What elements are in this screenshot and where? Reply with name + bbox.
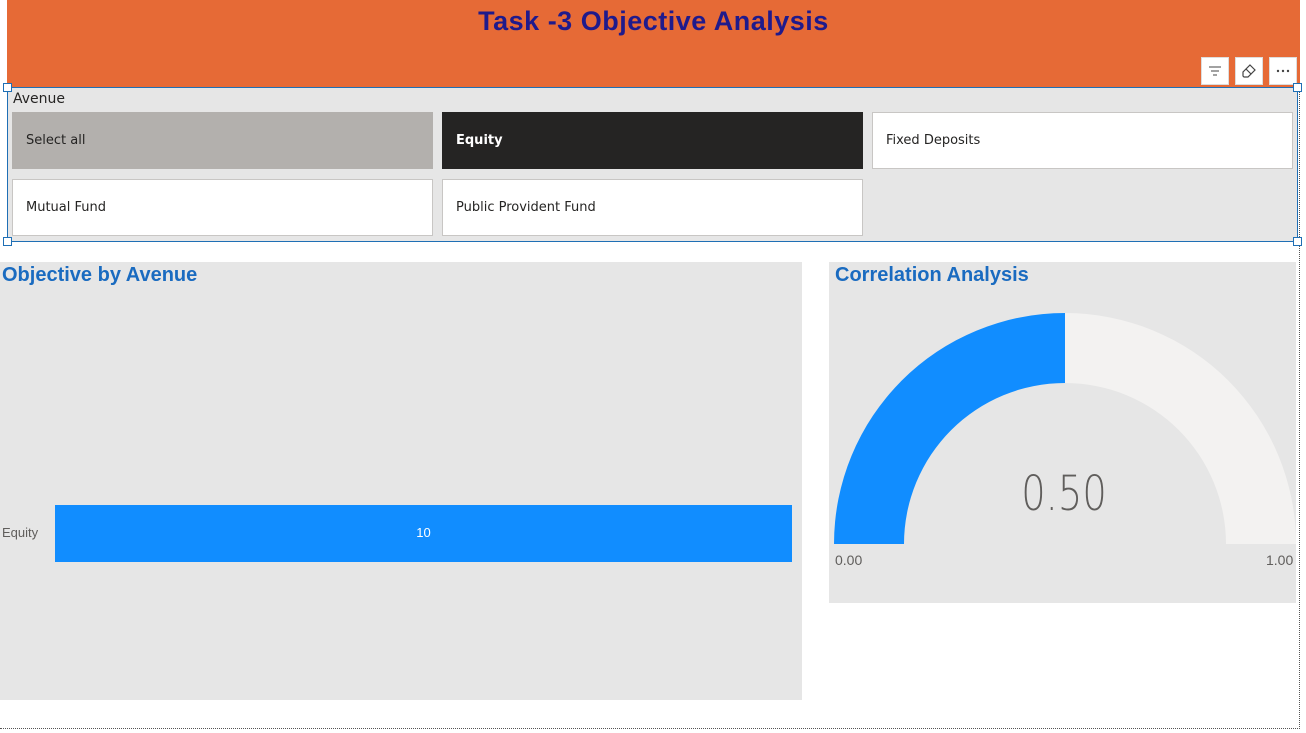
slicer-item-mutual-fund[interactable]: Mutual Fund [12, 179, 433, 236]
correlation-analysis-gauge[interactable]: Correlation Analysis 0.50 0.00 1.00 [829, 262, 1296, 603]
gauge-svg [834, 313, 1296, 544]
gauge-value-label: 0.50 [1021, 466, 1107, 522]
clear-selections-button[interactable] [1235, 57, 1263, 85]
gauge-min-label: 0.00 [835, 552, 863, 568]
eraser-icon [1242, 64, 1256, 78]
visual-toolbar [1201, 57, 1297, 85]
slicer-item-select-all[interactable]: Select all [12, 112, 433, 169]
more-options-icon [1276, 69, 1290, 73]
filter-icon [1209, 66, 1221, 76]
resize-handle[interactable] [3, 237, 12, 246]
filter-button[interactable] [1201, 57, 1229, 85]
objective-by-avenue-chart[interactable]: Objective by Avenue Equity 10 [0, 262, 802, 700]
bar-data-label: 10 [416, 525, 431, 540]
header-banner: Task -3 Objective Analysis [7, 0, 1300, 87]
bar-category-label: Equity [2, 525, 39, 540]
avenue-slicer[interactable]: Avenue Select all Equity Fixed Deposits … [3, 83, 1302, 246]
more-options-button[interactable] [1269, 57, 1297, 85]
slicer-title: Avenue [13, 91, 66, 107]
slicer-item-public-provident-fund[interactable]: Public Provident Fund [442, 179, 863, 236]
resize-handle[interactable] [1293, 237, 1302, 246]
page-title: Task -3 Objective Analysis [478, 6, 829, 36]
resize-handle[interactable] [3, 83, 12, 92]
gauge-max-label: 1.00 [1266, 552, 1294, 568]
slicer-item-equity[interactable]: Equity [442, 112, 863, 169]
slicer-item-fixed-deposits[interactable]: Fixed Deposits [872, 112, 1293, 169]
resize-handle[interactable] [1293, 83, 1302, 92]
bar-plot-area: Equity 10 [0, 262, 802, 700]
